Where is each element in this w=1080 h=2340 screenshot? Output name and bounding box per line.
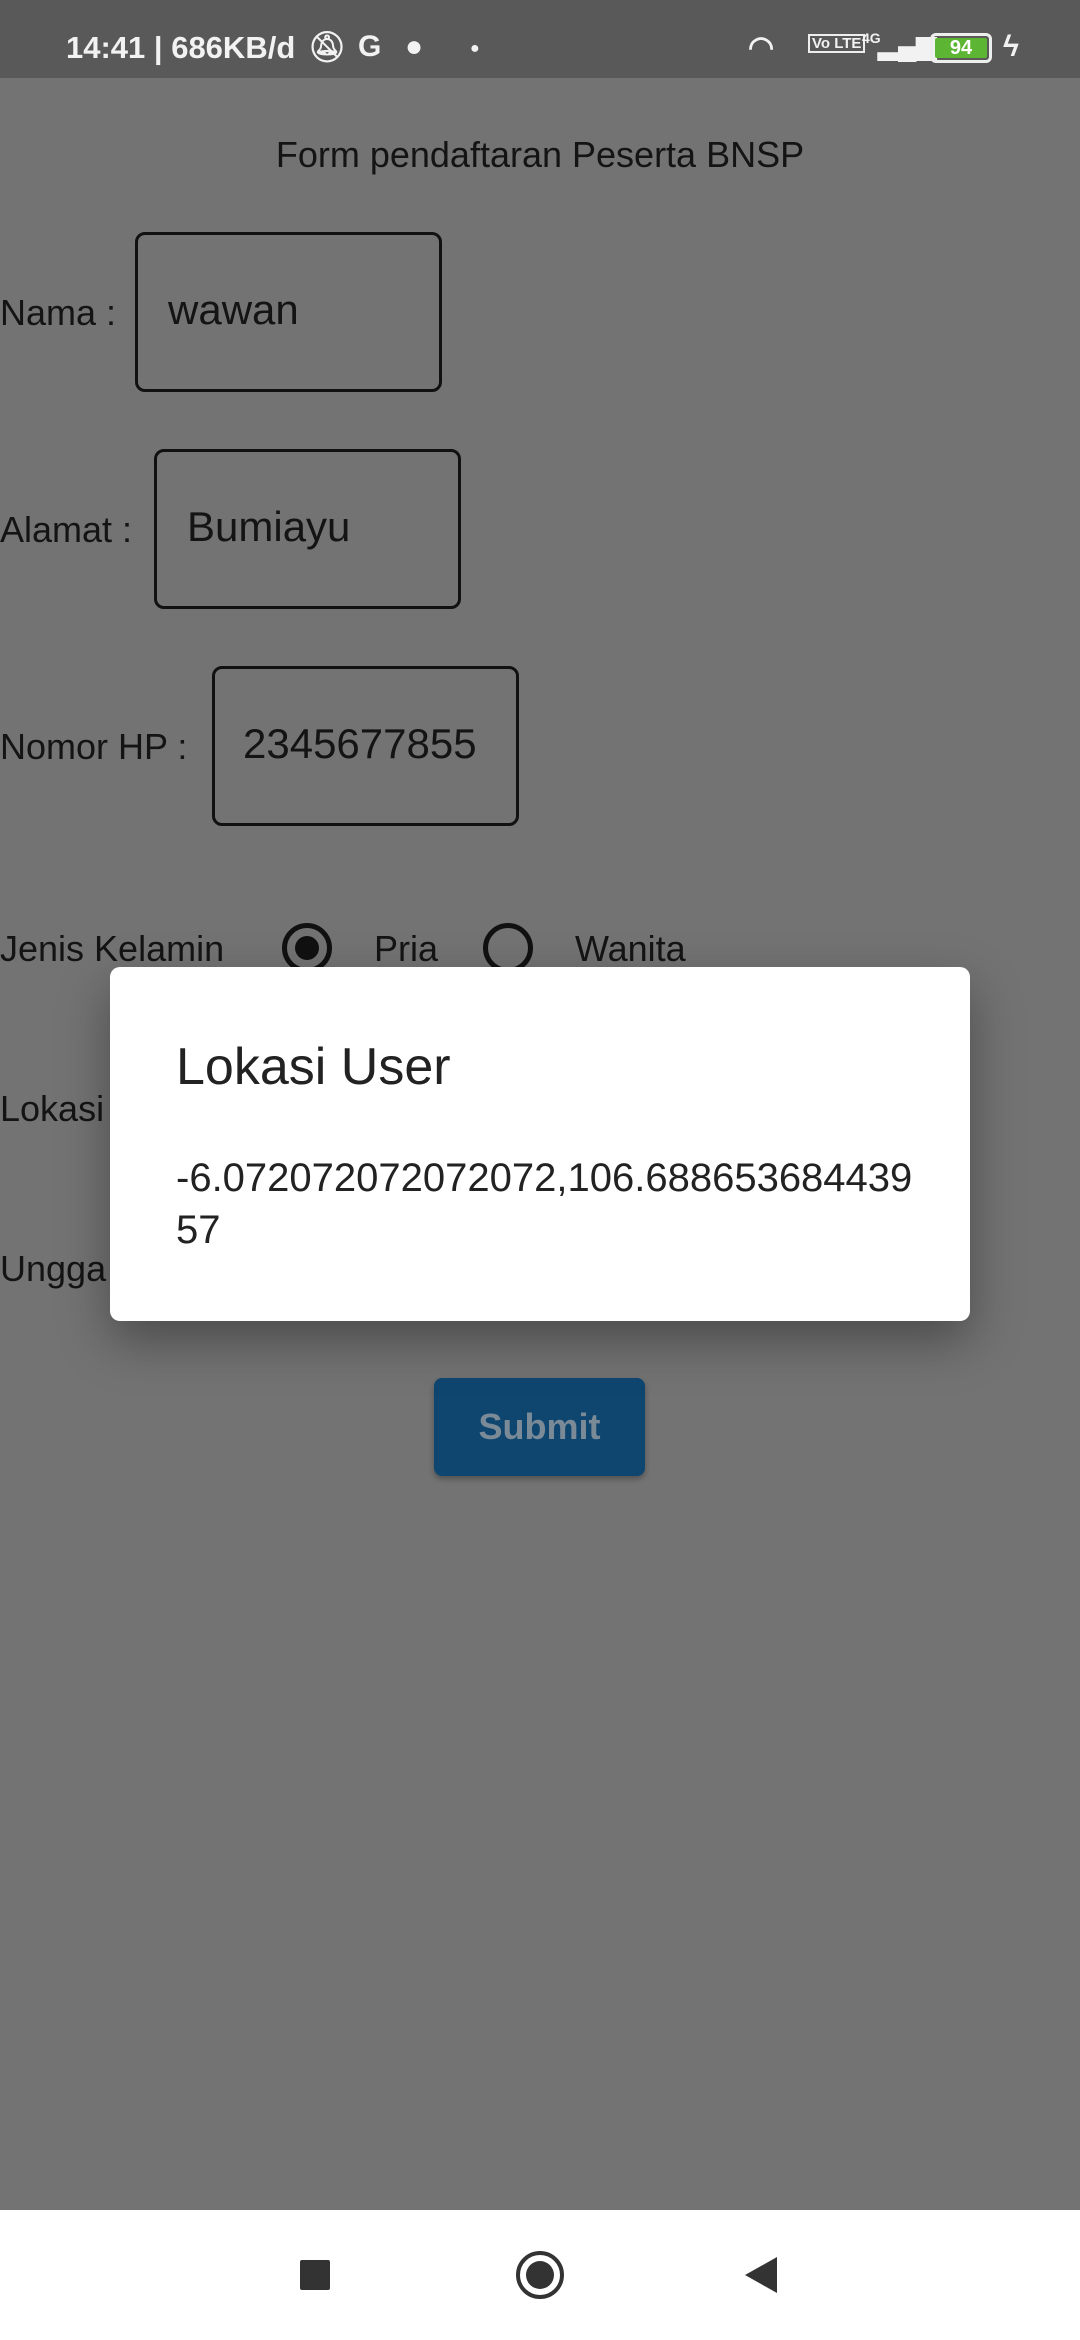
location-dialog: Lokasi User -6.072072072072072,106.68865… xyxy=(110,967,970,1321)
back-icon[interactable] xyxy=(745,2257,777,2293)
gender-label: Jenis Kelamin xyxy=(0,928,225,969)
status-bar: 14:41 | 686KB/d 🔕︎ G ● ● ◠ Vo LTE 4G ▂▄▆… xyxy=(0,0,1080,78)
dot-icon: ● xyxy=(470,40,480,57)
radio-wanita[interactable] xyxy=(483,923,533,973)
radio-pria-label[interactable]: Pria xyxy=(374,928,438,970)
data-usage: 686KB/d xyxy=(171,30,296,65)
home-icon[interactable] xyxy=(516,2251,564,2299)
dialog-title: Lokasi User xyxy=(176,1038,451,1096)
recents-icon[interactable] xyxy=(300,2260,330,2290)
submit-button[interactable]: Submit xyxy=(434,1378,645,1476)
wifi-icon: ◠ xyxy=(748,31,775,64)
unggah-label: Ungga xyxy=(0,1248,107,1289)
battery-icon: 94 xyxy=(930,33,992,63)
page-title: Form pendaftaran Peserta BNSP xyxy=(275,134,805,175)
nomor-hp-label: Nomor HP : xyxy=(0,726,188,767)
radio-pria[interactable] xyxy=(282,923,332,973)
dialog-message: -6.072072072072072,106.68865368443957 xyxy=(176,1156,913,1252)
alamat-label: Alamat : xyxy=(0,509,133,550)
charging-icon: ϟ xyxy=(1003,30,1019,63)
lokasi-label: Lokasi xyxy=(0,1088,105,1129)
navigation-bar xyxy=(0,2210,1080,2340)
google-icon: G xyxy=(358,30,382,63)
battery-level: 94 xyxy=(935,38,987,58)
message-icon: ● xyxy=(405,30,424,63)
nama-input[interactable]: wawan xyxy=(135,232,442,392)
signal-icon: ▂▄▆ xyxy=(878,30,937,60)
nama-label: Nama : xyxy=(0,292,117,333)
radio-wanita-label[interactable]: Wanita xyxy=(575,928,686,970)
alamat-input[interactable]: Bumiayu xyxy=(154,449,461,609)
volte-icon: Vo LTE xyxy=(808,34,866,53)
nomor-hp-input[interactable]: 2345677855 xyxy=(212,666,519,826)
status-time: 14:41 xyxy=(66,30,146,65)
bell-off-icon: 🔕︎ xyxy=(308,31,347,64)
